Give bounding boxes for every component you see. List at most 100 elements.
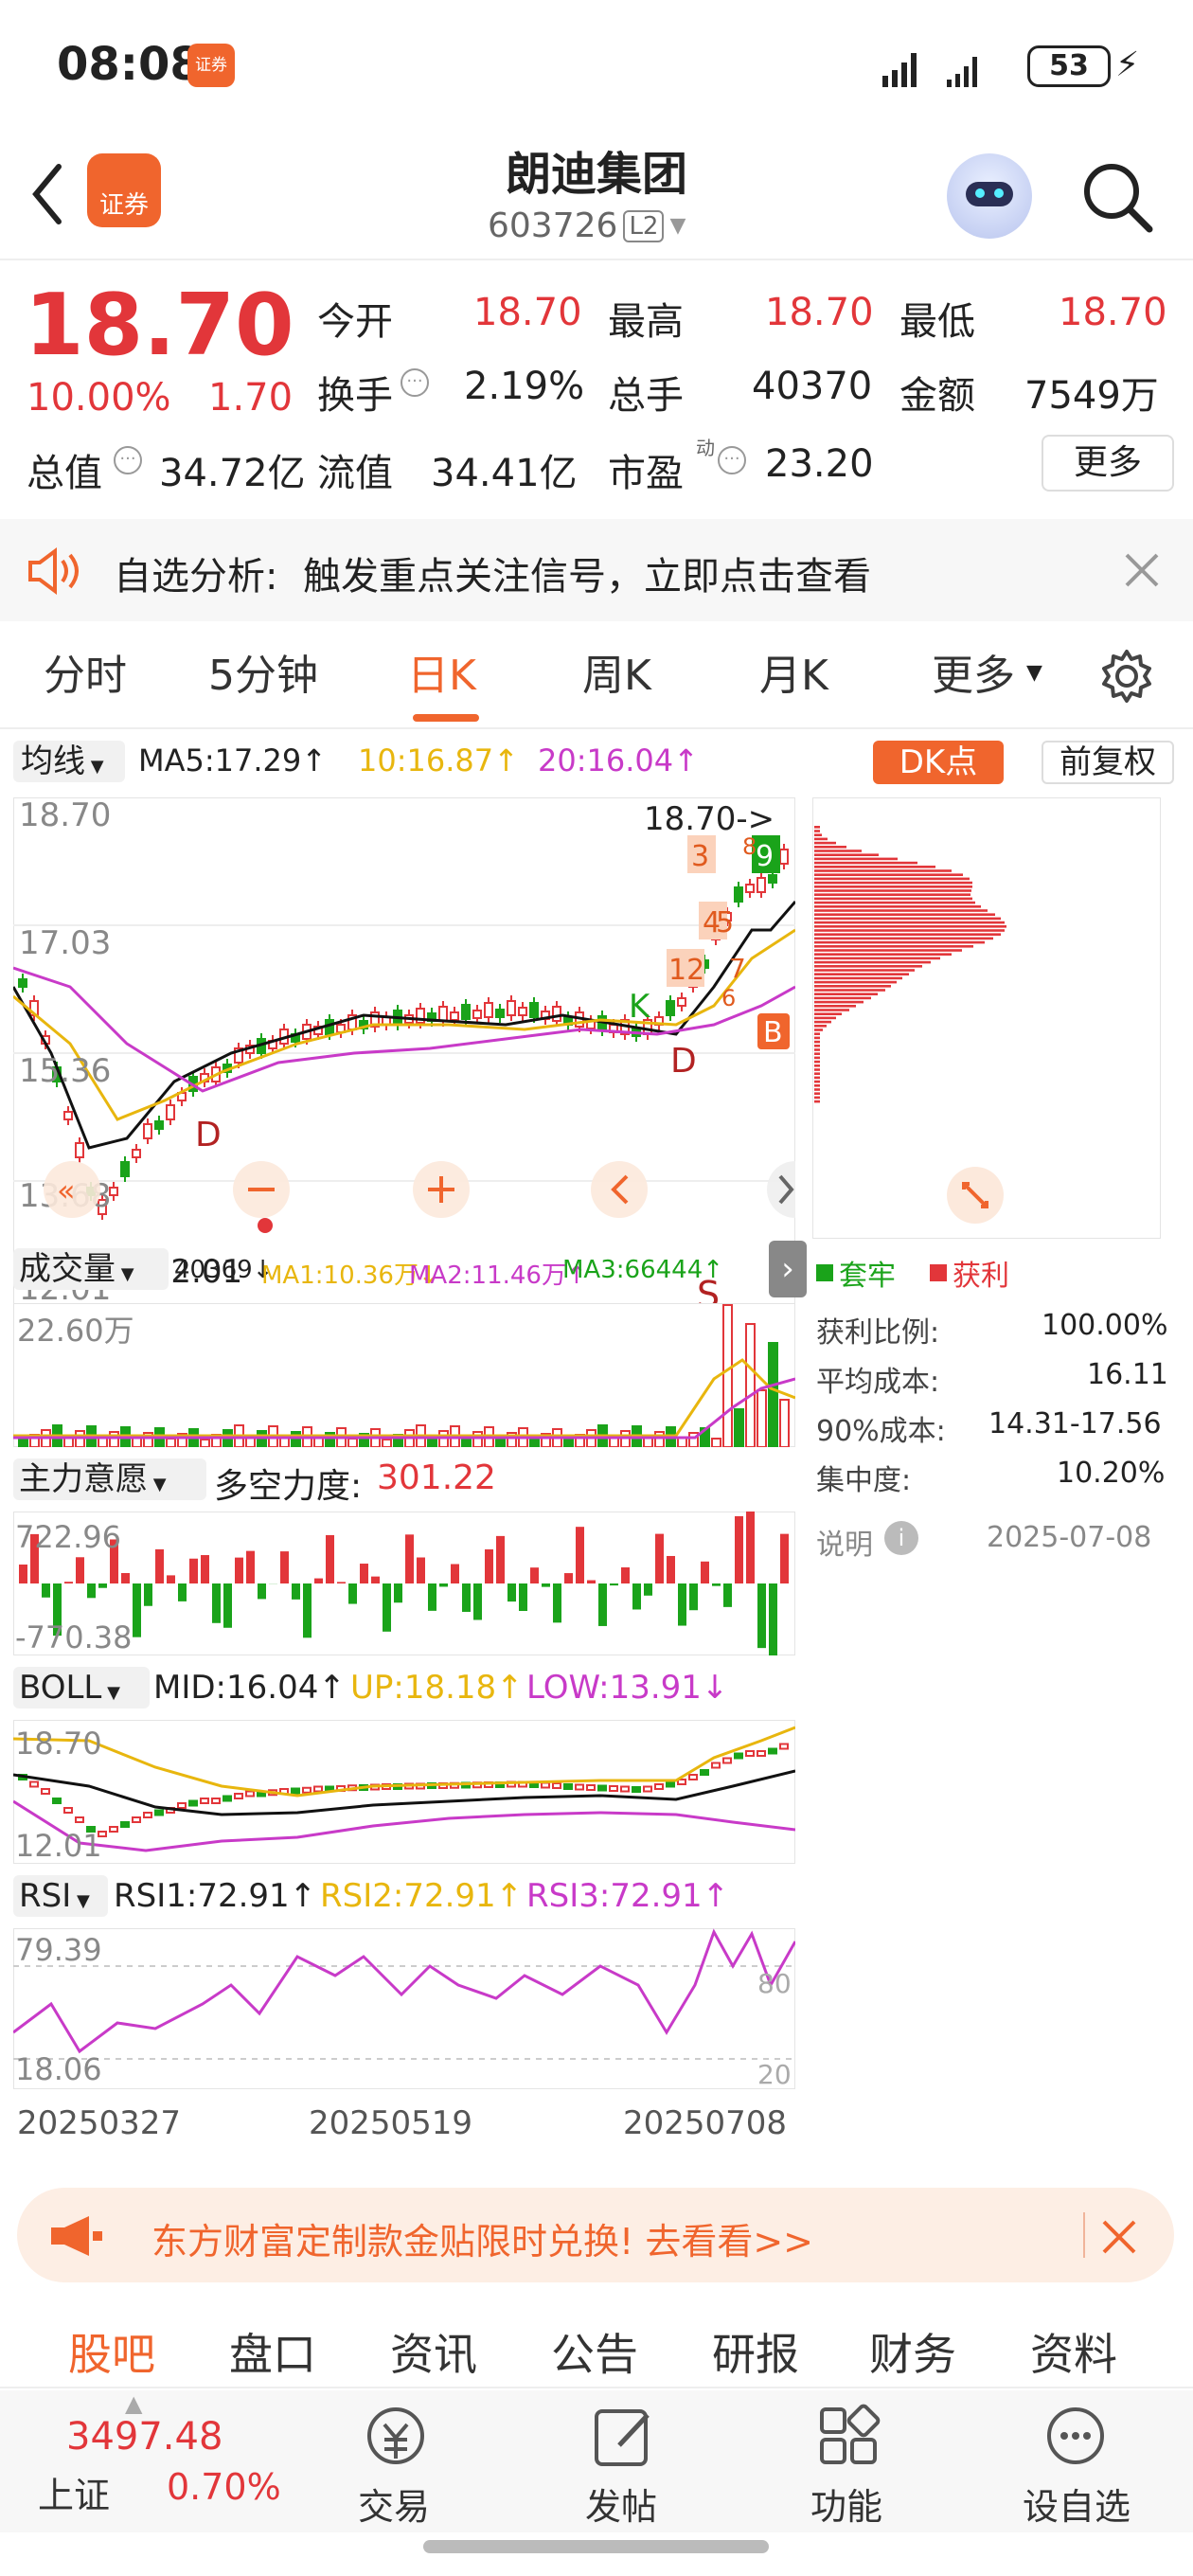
tab-more[interactable]: 更多 <box>932 623 1015 729</box>
chip-bar <box>814 1020 831 1024</box>
tab-news[interactable]: 资讯 <box>390 2320 477 2383</box>
ma-selector[interactable]: 均线 ▼ <box>13 741 125 782</box>
grid-icon <box>820 2404 881 2464</box>
power-bar <box>394 1583 402 1603</box>
power-bar <box>337 1582 346 1583</box>
chip-bar <box>814 830 820 832</box>
volume-bar <box>734 1408 744 1447</box>
info-icon[interactable]: ··· <box>114 446 142 474</box>
power-bar <box>507 1583 516 1602</box>
collapse-arrow-button[interactable]: › <box>769 1241 807 1297</box>
robot-avatar[interactable] <box>947 153 1032 239</box>
amount-value: 7549万 <box>1024 374 1159 418</box>
power-bar <box>723 1583 732 1607</box>
marker-d1: D <box>195 1116 222 1154</box>
search-icon[interactable] <box>1079 159 1155 235</box>
chip-bar <box>814 937 993 940</box>
chip-bar <box>814 949 962 952</box>
expand-button[interactable] <box>947 1167 1004 1224</box>
rsi-chart[interactable]: 79.39 18.06 80 20 <box>13 1928 795 2089</box>
boll-chart[interactable]: 18.70 12.01 <box>13 1720 795 1864</box>
gear-icon[interactable] <box>1098 648 1155 705</box>
power-chart[interactable]: 722.96 -770.38 <box>13 1512 795 1655</box>
bottom-toolbar: ▲ 3497.48 上证 0.70% 交易 发帖 功能 设自选 <box>0 2390 1193 2532</box>
function-button[interactable]: 功能 <box>803 2398 898 2531</box>
tab-profile[interactable]: 资料 <box>1030 2320 1117 2383</box>
tab-timeshare[interactable]: 分时 <box>44 623 127 729</box>
mcap-value: 34.72亿 <box>159 452 306 495</box>
volume-selector[interactable]: 成交量 ▼ <box>13 1248 169 1290</box>
stock-code: 603726 <box>488 206 618 245</box>
chip-bar <box>814 996 871 1000</box>
home-indicator <box>423 2540 769 2553</box>
app-icon[interactable]: 证券 <box>87 153 161 227</box>
turnover-label: 换手 <box>317 374 393 418</box>
tab-finance[interactable]: 财务 <box>869 2320 956 2383</box>
chevron-left-icon[interactable] <box>28 161 66 227</box>
marker-7: 7 <box>729 953 746 984</box>
power-bar <box>258 1583 266 1600</box>
add-watchlist-button[interactable]: 设自选 <box>1019 2398 1142 2531</box>
profit-ratio-value: 100.00% <box>1042 1309 1168 1342</box>
tab-monthly-k[interactable]: 月K <box>759 623 828 729</box>
tab-5min[interactable]: 5分钟 <box>208 623 318 729</box>
boll-selector[interactable]: BOLL ▼ <box>13 1667 150 1708</box>
power-bar <box>655 1533 664 1583</box>
index-widget[interactable]: ▲ 3497.48 上证 0.70% <box>0 2390 312 2532</box>
boll-candle <box>313 1785 323 1793</box>
power-selector[interactable]: 主力意愿 ▼ <box>13 1458 206 1500</box>
chip-bar <box>814 1040 820 1044</box>
chip-bar <box>814 940 985 944</box>
candle <box>166 1104 175 1120</box>
explain-link[interactable]: 说明 <box>816 1521 873 1563</box>
rsi-selector[interactable]: RSI ▼ <box>13 1875 108 1917</box>
power-bar <box>383 1583 391 1632</box>
boll-candle <box>154 1809 164 1816</box>
chip-bar <box>814 965 922 968</box>
promo-banner[interactable]: 东方财富定制款金贴限时兑换! 去看看>> <box>17 2188 1174 2282</box>
boll-candle <box>745 1750 755 1757</box>
open-label: 今开 <box>317 300 393 344</box>
close-icon[interactable] <box>1123 551 1161 589</box>
marker-k: K <box>629 988 651 1026</box>
post-button[interactable]: 发帖 <box>578 2398 672 2531</box>
tab-research[interactable]: 研报 <box>712 2320 799 2383</box>
volume-bar <box>529 1438 540 1447</box>
prev-button[interactable] <box>591 1161 648 1218</box>
boll-up: UP:18.18↑ <box>350 1669 524 1707</box>
volume-selector-label: 成交量 <box>19 1250 116 1288</box>
more-button[interactable]: 更多 <box>1042 435 1174 492</box>
analysis-notice[interactable]: 自选分析: 触发重点关注信号，立即点击查看 <box>0 519 1193 621</box>
power-bar <box>87 1583 96 1599</box>
rsi-y-top: 79.39 <box>15 1932 102 1968</box>
tab-announcements[interactable]: 公告 <box>551 2320 638 2383</box>
power-bar <box>76 1557 84 1583</box>
kline-main[interactable]: 18.70 17.03 15.36 13.68 12.01 18.70-> <-… <box>13 797 795 1309</box>
tab-pankou[interactable]: 盘口 <box>229 2320 316 2383</box>
volume-chart[interactable]: 22.60万 <box>13 1303 795 1447</box>
close-icon[interactable] <box>1100 2218 1138 2256</box>
dk-point-button[interactable]: DK点 <box>873 741 1004 784</box>
candle <box>529 1002 539 1018</box>
add-watchlist-label: 设自选 <box>1023 2486 1131 2528</box>
pe-dynamic-sup: 动 <box>696 437 715 459</box>
boll-candle <box>120 1821 130 1828</box>
power-selector-label: 主力意愿 <box>19 1460 148 1498</box>
power-bar <box>587 1580 596 1583</box>
boll-mid: MID:16.04↑ <box>153 1669 346 1707</box>
adjust-button[interactable]: 前复权 <box>1042 741 1174 784</box>
info-icon[interactable]: ··· <box>401 368 429 397</box>
info-icon[interactable]: i <box>884 1521 918 1555</box>
chip-legend: 套牢 获利 <box>816 1252 1009 1294</box>
tab-guba[interactable]: 股吧 <box>68 2320 155 2383</box>
trade-button[interactable]: 交易 <box>350 2398 445 2531</box>
candle <box>132 1149 141 1158</box>
boll-candle <box>552 1782 561 1789</box>
chip-bar <box>814 873 963 876</box>
power-bar <box>235 1557 243 1583</box>
tab-weekly-k[interactable]: 周K <box>582 623 651 729</box>
chip-bar <box>814 1025 827 1028</box>
chip-bar <box>814 886 972 888</box>
candle <box>143 1123 152 1139</box>
info-icon[interactable]: ··· <box>718 446 746 474</box>
